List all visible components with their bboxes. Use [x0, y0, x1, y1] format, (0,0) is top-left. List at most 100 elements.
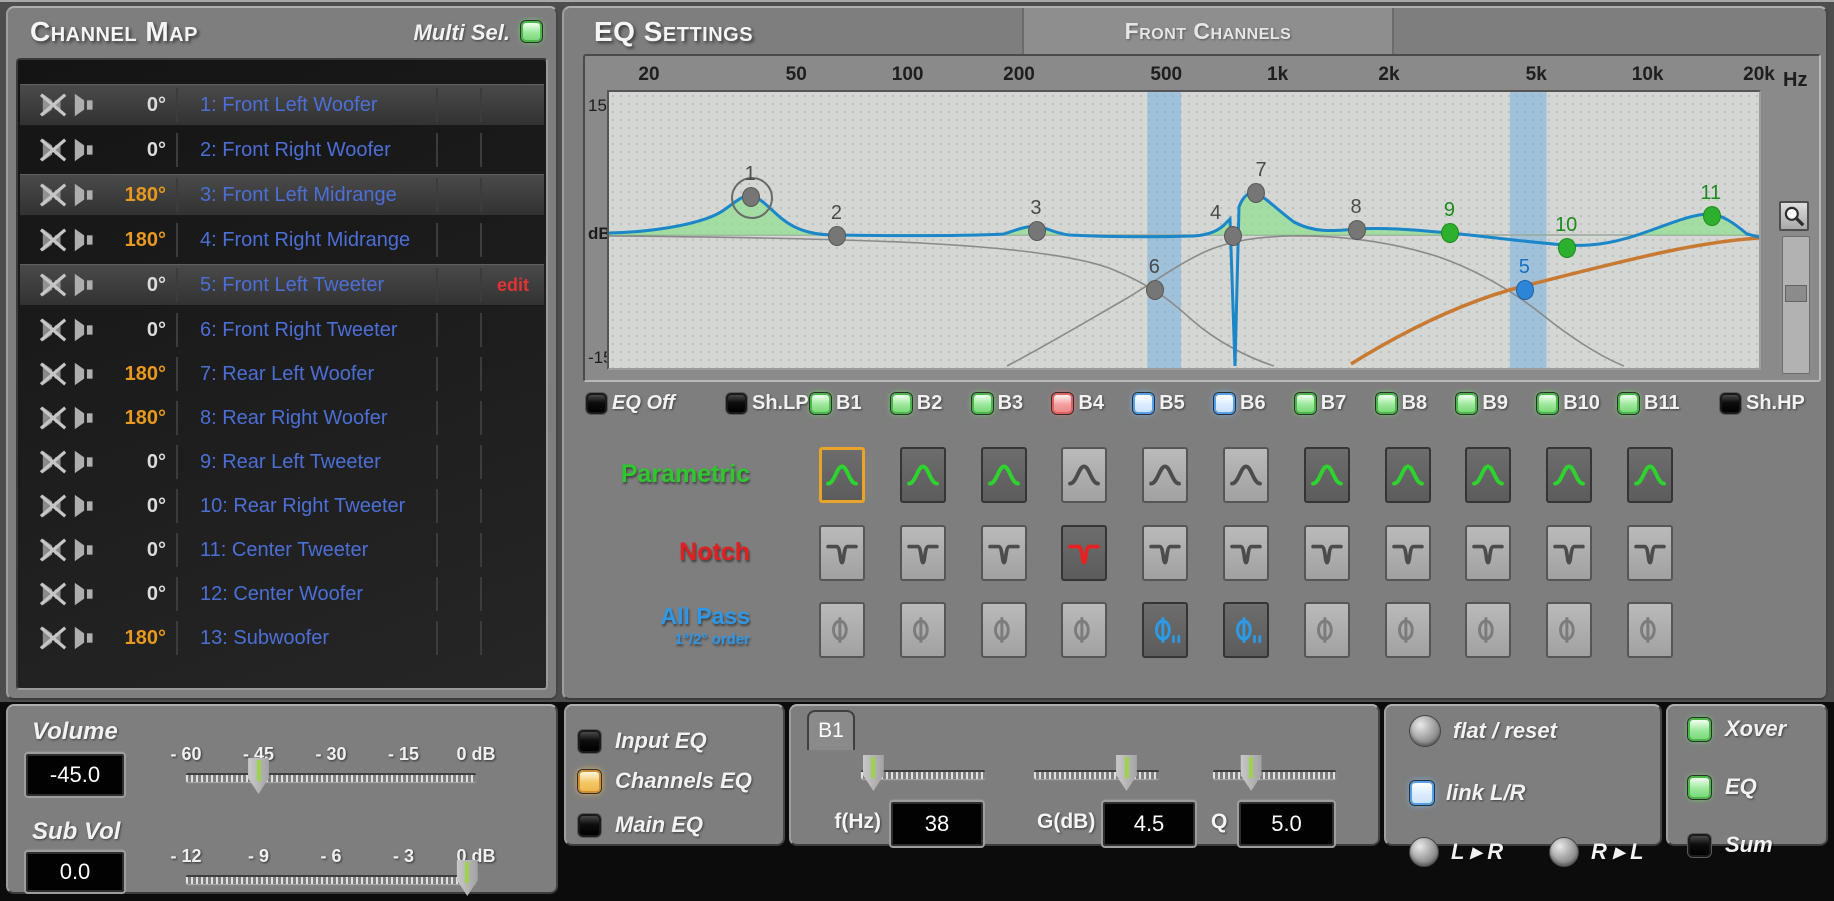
eq-point-11[interactable]	[1703, 206, 1721, 226]
channel-name[interactable]: 1: Front Left Woofer	[190, 94, 436, 117]
band-toggle-b10-led[interactable]	[1537, 393, 1558, 414]
channel-row[interactable]: 180° 8: Rear Right Woofer	[20, 398, 544, 438]
speaker-icon[interactable]	[72, 448, 104, 476]
channel-row[interactable]: 180° 3: Front Left Midrange	[20, 174, 544, 216]
eq-point-10[interactable]	[1558, 238, 1576, 258]
channel-name[interactable]: 9: Rear Left Tweeter	[190, 451, 436, 474]
band-toggle-b11-led[interactable]	[1618, 393, 1639, 414]
notch-button-b5[interactable]	[1142, 525, 1188, 581]
parametric-button-b7[interactable]	[1304, 447, 1350, 503]
band-toggle-b4[interactable]: B4	[1052, 392, 1104, 415]
volume-slider-track[interactable]	[186, 773, 476, 782]
speaker-mute-icon[interactable]	[40, 91, 72, 119]
channel-name[interactable]: 10: Rear Right Tweeter	[190, 495, 436, 518]
band-toggle-b7-led[interactable]	[1295, 393, 1316, 414]
eq-point-8[interactable]	[1348, 220, 1366, 240]
band-toggle-b7[interactable]: B7	[1295, 392, 1347, 415]
channel-name[interactable]: 12: Center Woofer	[190, 583, 436, 606]
notch-button-b11[interactable]	[1627, 525, 1673, 581]
gain-slider[interactable]	[1034, 770, 1159, 780]
speaker-icon[interactable]	[72, 360, 104, 388]
speaker-icon[interactable]	[72, 91, 104, 119]
phase-value[interactable]: 180°	[104, 357, 178, 391]
speaker-icon[interactable]	[72, 271, 104, 299]
gain-slider-track[interactable]	[1034, 770, 1159, 779]
allpass-button-b4[interactable]	[1061, 602, 1107, 658]
speaker-icon[interactable]	[72, 536, 104, 564]
band-toggle-b3-led[interactable]	[972, 393, 993, 414]
view-led[interactable]	[1688, 718, 1711, 741]
parametric-button-b8[interactable]	[1385, 447, 1431, 503]
parametric-button-b3[interactable]	[981, 447, 1027, 503]
phase-value[interactable]: 0°	[104, 88, 178, 122]
eq-point-2[interactable]	[828, 226, 846, 246]
notch-button-b8[interactable]	[1385, 525, 1431, 581]
band-toggle-b9[interactable]: B9	[1456, 392, 1508, 415]
channel-row[interactable]: 0°6: Front Right Tweeter	[20, 310, 544, 350]
parametric-button-b6[interactable]	[1223, 447, 1269, 503]
current-band-tab[interactable]: B1	[807, 710, 855, 750]
eq-plot-area[interactable]: 1234567891011	[607, 90, 1761, 370]
parametric-button-b11[interactable]	[1627, 447, 1673, 503]
speaker-icon[interactable]	[72, 492, 104, 520]
sub-vol-slider-handle[interactable]	[454, 860, 480, 896]
phase-value[interactable]: 0°	[104, 533, 178, 567]
view-toggle-sum[interactable]: Sum	[1688, 832, 1773, 858]
channel-row[interactable]: 0° 11: Center Tweeter	[20, 530, 544, 570]
notch-button-b9[interactable]	[1465, 525, 1511, 581]
speaker-icon[interactable]	[72, 181, 104, 209]
channel-row[interactable]: 0° 10: Rear Right Tweeter	[20, 486, 544, 526]
band-toggle-b6-led[interactable]	[1214, 393, 1235, 414]
channel-row[interactable]: 0°12: Center Woofer	[20, 574, 544, 614]
link-lr-toggle[interactable]	[1410, 781, 1434, 805]
parametric-button-b1[interactable]	[819, 447, 865, 503]
flat-reset-button[interactable]	[1409, 715, 1441, 747]
scope-led[interactable]	[578, 730, 601, 753]
parametric-button-b4[interactable]	[1061, 447, 1107, 503]
channel-row[interactable]: 180°13: Subwoofer	[20, 618, 544, 658]
speaker-mute-icon[interactable]	[40, 360, 72, 388]
band-toggle-b5[interactable]: B5	[1133, 392, 1185, 415]
band-toggle-b1[interactable]: B1	[810, 392, 862, 415]
multi-sel-toggle[interactable]	[521, 21, 542, 42]
channel-name[interactable]: 13: Subwoofer	[190, 627, 436, 650]
band-toggle-b11[interactable]: B11	[1618, 392, 1680, 415]
volume-slider-handle[interactable]	[246, 758, 272, 794]
band-toggle-b2-led[interactable]	[891, 393, 912, 414]
band-toggle-b9-led[interactable]	[1456, 393, 1477, 414]
view-led[interactable]	[1688, 776, 1711, 799]
speaker-mute-icon[interactable]	[40, 580, 72, 608]
phase-value[interactable]: 0°	[104, 313, 178, 347]
allpass-button-b8[interactable]	[1385, 602, 1431, 658]
phase-value[interactable]: 180°	[104, 223, 178, 257]
channel-name[interactable]: 11: Center Tweeter	[190, 539, 436, 562]
q-slider-handle[interactable]	[1238, 755, 1264, 791]
channel-name[interactable]: 8: Rear Right Woofer	[190, 407, 436, 430]
speaker-icon[interactable]	[72, 316, 104, 344]
edit-label[interactable]: edit	[480, 268, 544, 302]
q-slider[interactable]	[1213, 770, 1336, 780]
band-toggle-b2[interactable]: B2	[891, 392, 943, 415]
parametric-button-b2[interactable]	[900, 447, 946, 503]
frequency-slider-handle[interactable]	[860, 755, 886, 791]
channel-row[interactable]: 0°9: Rear Left Tweeter	[20, 442, 544, 482]
channel-row[interactable]: 180°4: Front Right Midrange	[20, 220, 544, 260]
eq-off-toggle[interactable]: EQ Off	[586, 392, 675, 415]
sub-vol-slider[interactable]	[186, 875, 476, 885]
gain-slider-handle[interactable]	[1114, 755, 1140, 791]
allpass-button-b2[interactable]	[900, 602, 946, 658]
allpass-button-b6[interactable]	[1223, 602, 1269, 658]
phase-value[interactable]: 0°	[104, 489, 178, 523]
speaker-mute-icon[interactable]	[40, 226, 72, 254]
volume-slider[interactable]	[186, 773, 476, 783]
channel-name[interactable]: 3: Front Left Midrange	[190, 184, 436, 207]
allpass-button-b7[interactable]	[1304, 602, 1350, 658]
graph-zoom-slider-handle[interactable]	[1785, 285, 1807, 302]
phase-value[interactable]: 180°	[104, 178, 178, 212]
band-toggle-b8-led[interactable]	[1376, 393, 1397, 414]
speaker-icon[interactable]	[72, 136, 104, 164]
channel-name[interactable]: 2: Front Right Woofer	[190, 139, 436, 162]
phase-value[interactable]: 180°	[104, 401, 178, 435]
eq-point-9[interactable]	[1441, 223, 1459, 243]
speaker-mute-icon[interactable]	[40, 536, 72, 564]
